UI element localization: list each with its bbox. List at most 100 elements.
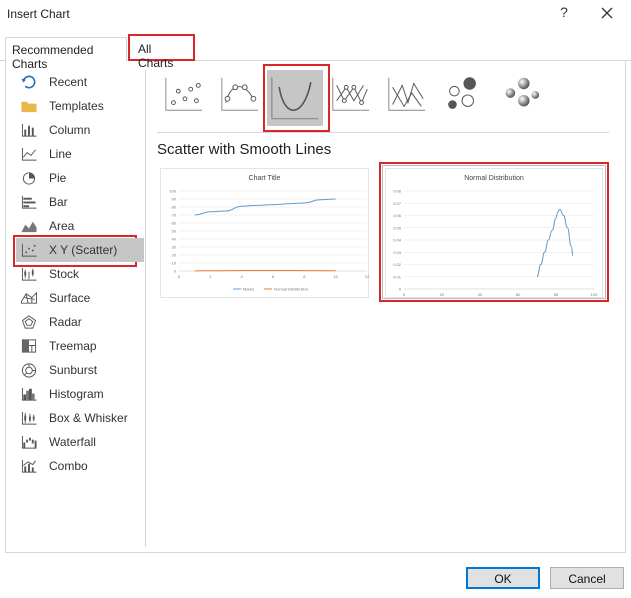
tab-bar: Recommended Charts All Charts: [0, 34, 631, 71]
sidebar-item-line[interactable]: Line: [20, 142, 138, 166]
area-chart-icon: [21, 221, 37, 233]
dialog-title: Insert Chart: [7, 7, 70, 21]
x-tick-label: 20: [440, 292, 445, 297]
x-tick-label: 40: [478, 292, 483, 297]
title-bar: Insert Chart ?: [0, 0, 631, 30]
sidebar-item-stock[interactable]: Stock: [20, 262, 138, 286]
scatter-icon: [165, 77, 203, 111]
sidebar-item-label: Surface: [49, 291, 91, 305]
waterfall-chart-icon: [21, 435, 37, 449]
scatter-straight-lines-button[interactable]: [385, 72, 429, 116]
bubble-icon: [448, 77, 476, 109]
sunburst-chart-icon: [21, 363, 37, 378]
sidebar-item-box-whisker[interactable]: Box & Whisker: [20, 406, 138, 430]
3d-bubble-button[interactable]: [497, 72, 541, 116]
sidebar-item-label: Line: [49, 147, 72, 161]
cancel-button[interactable]: Cancel: [550, 567, 624, 589]
y-tick-label: 100: [169, 189, 176, 194]
chart-subtype-title: Scatter with Smooth Lines: [157, 141, 332, 158]
line-chart-icon: [21, 147, 37, 161]
x-tick-label: 8: [303, 274, 306, 279]
y-tick-label: 80: [172, 205, 177, 210]
y-tick-label: 50: [172, 229, 177, 234]
y-tick-label: 0.06: [393, 213, 402, 218]
sidebar-item-label: Combo: [49, 459, 88, 473]
y-tick-label: 0.05: [393, 225, 402, 230]
stock-chart-icon: [21, 267, 37, 281]
scatter-smooth-lines-markers-button[interactable]: [218, 72, 262, 116]
sidebar-item-templates[interactable]: Templates: [20, 94, 138, 118]
y-tick-label: 30: [172, 245, 177, 250]
x-tick-label: 60: [516, 292, 521, 297]
y-tick-label: 40: [172, 237, 177, 242]
y-tick-label: 20: [172, 253, 177, 258]
subtype-highlight-outline: [263, 64, 330, 132]
sidebar-item-label: Waterfall: [49, 435, 96, 449]
x-tick-label: 0: [403, 292, 406, 297]
y-tick-label: 70: [172, 213, 177, 218]
chart-preview-1[interactable]: Chart Title 0 10 20 30 40 50 60 70 80 90 100 0 2 4 6 8 1…: [160, 168, 370, 298]
close-icon[interactable]: [598, 4, 616, 22]
x-tick-label: 100: [591, 292, 598, 297]
sidebar-item-waterfall[interactable]: Waterfall: [20, 430, 138, 454]
y-tick-label: 0.08: [393, 189, 402, 194]
sidebar-item-label: Bar: [49, 195, 68, 209]
sidebar-item-x-y-scatter[interactable]: X Y (Scatter): [16, 238, 144, 262]
sidebar-item-label: Pie: [49, 171, 67, 185]
sidebar-item-label: Box & Whisker: [49, 411, 128, 425]
sidebar-item-column[interactable]: Column: [20, 118, 138, 142]
sidebar-item-area[interactable]: Area: [20, 214, 138, 238]
help-button[interactable]: ?: [557, 4, 571, 20]
sidebar-item-label: Histogram: [49, 387, 104, 401]
x-tick-label: 80: [554, 292, 559, 297]
sidebar-item-radar[interactable]: Radar: [20, 310, 138, 334]
sidebar-item-pie[interactable]: Pie: [20, 166, 138, 190]
y-tick-label: 10: [172, 261, 177, 266]
x-tick-label: 12: [365, 274, 370, 279]
sidebar-item-treemap[interactable]: Treemap: [20, 334, 138, 358]
sidebar-item-label: Recent: [49, 75, 88, 89]
y-tick-label: 90: [172, 197, 177, 202]
scatter-straight-lines-markers-button[interactable]: [329, 72, 373, 116]
sidebar-item-recent[interactable]: Recent: [20, 70, 138, 94]
chart-subtype-row: [157, 70, 609, 128]
surface-chart-icon: [21, 291, 37, 304]
series-line: [536, 208, 574, 278]
x-tick-label: 10: [333, 274, 338, 279]
y-tick-label: 0.04: [393, 238, 402, 243]
y-tick-label: 60: [172, 221, 177, 226]
sidebar-item-surface[interactable]: Surface: [20, 286, 138, 310]
scatter-straight-lines-markers-icon: [332, 77, 370, 111]
sidebar-item-label: X Y (Scatter): [49, 243, 118, 257]
sidebar-divider: [145, 70, 146, 547]
folder-icon: [21, 101, 37, 113]
sidebar-item-histogram[interactable]: Histogram: [20, 382, 138, 406]
scatter-straight-lines-icon: [388, 77, 426, 111]
histogram-chart-icon: [21, 387, 37, 401]
sidebar-item-combo[interactable]: Combo: [20, 454, 138, 478]
x-tick-label: 4: [241, 274, 244, 279]
scatter-smooth-lines-markers-icon: [221, 77, 259, 111]
y-tick-label: 0.02: [393, 262, 402, 267]
sidebar-item-label: Column: [49, 123, 91, 137]
chart-preview-2[interactable]: Normal Distribution 0 0.01 0.02 0.03 0.04 0.0…: [385, 168, 603, 298]
box-whisker-chart-icon: [21, 411, 37, 425]
y-tick-label: 0: [174, 269, 177, 274]
ok-button[interactable]: OK: [466, 567, 540, 589]
sidebar-item-bar[interactable]: Bar: [20, 190, 138, 214]
x-tick-label: 6: [272, 274, 275, 279]
radar-chart-icon: [21, 315, 37, 329]
y-tick-label: 0.01: [393, 274, 402, 279]
combo-chart-icon: [21, 459, 37, 473]
bubble-button[interactable]: [441, 72, 485, 116]
scatter-chart-icon: [21, 243, 37, 257]
scatter-button[interactable]: [162, 72, 206, 116]
pie-chart-icon: [22, 172, 36, 185]
bar-chart-icon: [21, 195, 37, 209]
tab-recommended-charts[interactable]: Recommended Charts: [5, 37, 127, 71]
x-tick-label: 2: [209, 274, 212, 279]
sidebar-item-sunburst[interactable]: Sunburst: [20, 358, 138, 382]
tab-all-charts[interactable]: All Charts: [128, 34, 195, 70]
x-tick-label: 0: [178, 274, 181, 279]
y-tick-label: 0: [399, 287, 402, 292]
